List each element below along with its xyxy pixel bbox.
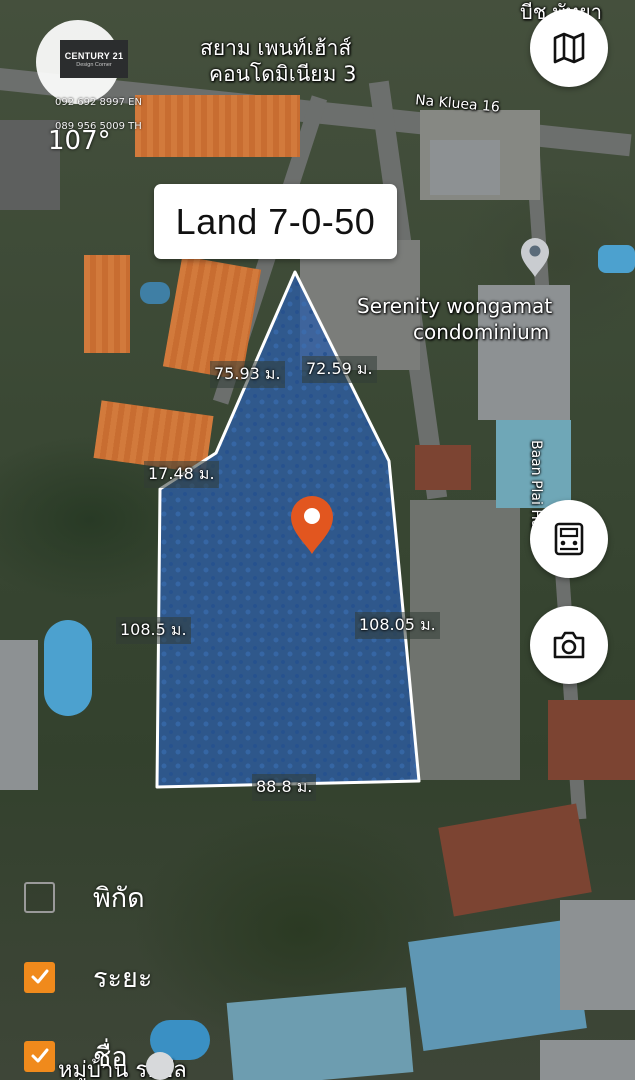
- phone-en: 092 692 8997 EN: [55, 97, 142, 108]
- measurement-right: 108.05 ม.: [355, 612, 440, 639]
- layer-label-distance: ระยะ: [93, 962, 153, 994]
- calculator-icon: [554, 522, 584, 556]
- measurement-left: 108.5 ม.: [116, 617, 191, 644]
- compass-heading: 107°: [48, 126, 111, 156]
- measurement-bottom: 88.8 ม.: [252, 774, 317, 801]
- place-marker-icon[interactable]: [521, 238, 549, 277]
- logo-brand: CENTURY 21: [64, 50, 124, 61]
- layer-label-coordinates: พิกัด: [93, 882, 145, 914]
- land-title-box: Land 7-0-50: [154, 184, 397, 259]
- layer-row-coordinates[interactable]: พิกัด: [24, 879, 145, 915]
- logo-subtitle: Design Corner: [76, 61, 112, 68]
- calculator-button[interactable]: [530, 500, 608, 578]
- checkbox-distance[interactable]: [24, 961, 55, 993]
- checkbox-name[interactable]: [24, 1040, 55, 1072]
- camera-icon: [553, 631, 585, 659]
- land-title: Land 7-0-50: [175, 200, 376, 242]
- camera-button[interactable]: [530, 606, 608, 684]
- place-label-serenity-1: Serenity wongamat: [357, 294, 553, 318]
- layer-row-name[interactable]: ชื่อ: [24, 1038, 128, 1074]
- measurement-top-left: 75.93 ม.: [210, 361, 285, 388]
- check-icon: [31, 1048, 48, 1063]
- checkbox-coordinates[interactable]: [24, 881, 55, 913]
- check-icon: [31, 969, 48, 984]
- map-view-button[interactable]: [530, 9, 608, 87]
- place-label-serenity-2: condominium: [413, 320, 550, 344]
- century21-logo: CENTURY 21 Design Corner: [60, 40, 128, 78]
- place-label-siam-penthouse-2: คอนโดมิเนียม 3: [209, 62, 357, 86]
- measurement-top-right: 72.59 ม.: [302, 356, 377, 383]
- measurement-left-upper: 17.48 ม.: [144, 461, 219, 488]
- map-marker-bottom[interactable]: [146, 1052, 174, 1080]
- map-icon: [553, 32, 585, 64]
- land-parcel-polygon[interactable]: [155, 270, 421, 789]
- layer-row-distance[interactable]: ระยะ: [24, 959, 152, 995]
- layer-label-name: ชื่อ: [93, 1041, 128, 1073]
